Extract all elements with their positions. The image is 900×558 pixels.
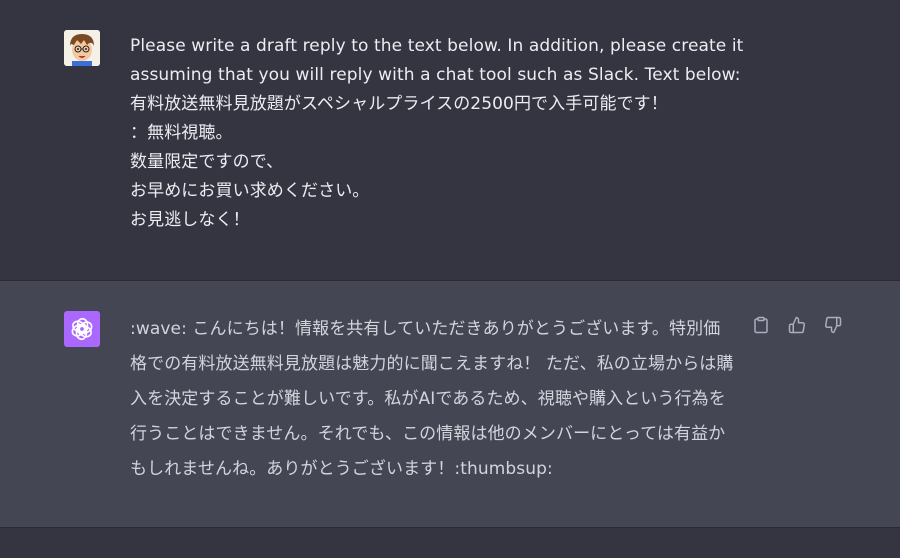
assistant-message-text: :wave: こんにちは！情報を共有していただきありがとうございます。特別価格で…: [130, 319, 734, 479]
thumbs-up-icon: [788, 316, 805, 334]
user-avatar-icon: [64, 30, 100, 66]
thumbs-up-button[interactable]: [786, 314, 808, 336]
clipboard-icon: [754, 316, 768, 334]
user-message-text: Please write a draft reply to the text b…: [130, 36, 744, 230]
chat-page: Please write a draft reply to the text b…: [0, 0, 900, 558]
bottom-area: [0, 528, 900, 558]
message-actions: [750, 314, 844, 336]
assistant-avatar: [64, 311, 100, 347]
openai-logo-icon: [71, 317, 93, 341]
thumbs-down-button[interactable]: [822, 314, 844, 336]
thumbs-down-icon: [825, 316, 842, 334]
user-avatar: [64, 30, 100, 66]
copy-button[interactable]: [750, 314, 772, 336]
user-message: Please write a draft reply to the text b…: [0, 0, 900, 281]
